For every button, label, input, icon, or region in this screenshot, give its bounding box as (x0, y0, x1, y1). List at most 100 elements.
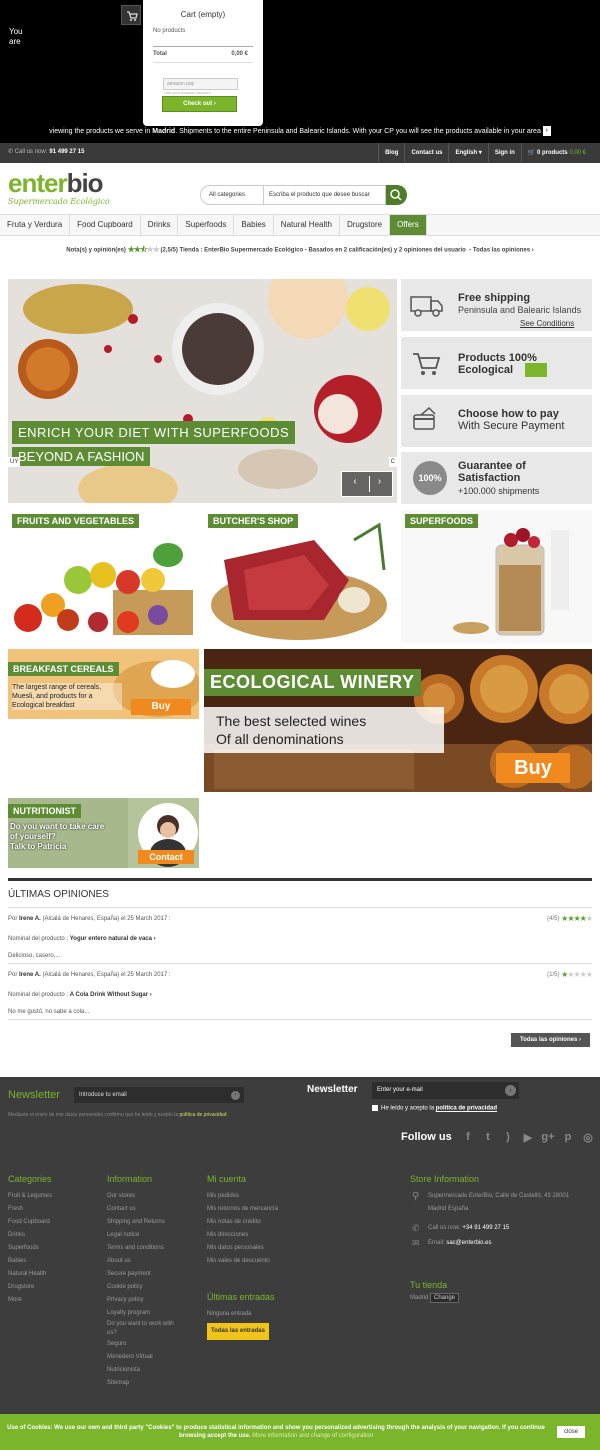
rss-icon[interactable]: ) (498, 1131, 518, 1145)
footer-link[interactable]: Shipping and Returns (107, 1216, 197, 1229)
nav-contact[interactable]: Contact us (404, 143, 448, 163)
privacy-checkbox[interactable]: He leído y acepto la política de privaci… (372, 1105, 497, 1112)
footer-link[interactable]: Mis datos personales (207, 1242, 327, 1255)
language-select[interactable]: English ▾ (448, 143, 487, 163)
google-plus-icon[interactable]: g+ (538, 1131, 558, 1145)
footer-link[interactable]: Loyalty program (107, 1307, 197, 1320)
menu-drinks[interactable]: Drinks (141, 215, 179, 235)
checkbox[interactable] (372, 1105, 378, 1111)
pinterest-icon[interactable]: p (558, 1131, 578, 1145)
winery-buy-button[interactable]: Buy (496, 753, 570, 783)
footer-link[interactable]: Terms and conditions (107, 1242, 197, 1255)
hero-slider[interactable]: ENRICH YOUR DIET WITH SUPERFOODS BEYOND … (8, 279, 397, 503)
privacy-policy-link[interactable]: política de privacidad (180, 1112, 227, 1118)
footer-link[interactable]: Fruit & Legumes (8, 1190, 52, 1203)
header-cart[interactable]: 🛒 0 products 0,00 € (520, 143, 592, 163)
footer-link[interactable]: Natural Health (8, 1268, 52, 1281)
footer-link[interactable]: Seguro (107, 1338, 197, 1351)
search-button[interactable] (386, 185, 407, 205)
category-fruits-vegetables[interactable]: FRUITS AND VEGETABLES (8, 510, 199, 643)
category-nutritionist[interactable]: NUTRITIONIST Do you want to take care of… (8, 798, 199, 868)
nutritionist-contact-button[interactable]: Contact (138, 850, 194, 864)
menu-superfoods[interactable]: Superfoods (178, 215, 235, 235)
review-product-link[interactable]: Yogur entero natural de vaca (70, 936, 152, 942)
cookie-more-info-link[interactable]: More information and change of configura… (252, 1433, 373, 1439)
arrow-right-icon[interactable]: › (231, 1091, 240, 1100)
search-input[interactable]: Escriba el producto que desee buscar (264, 185, 386, 205)
category-butcher[interactable]: BUTCHER'S SHOP (204, 510, 396, 643)
footer-categories: Categories Fruit & Legumes Fresh Food Cu… (8, 1174, 52, 1307)
footer-link[interactable]: About us (107, 1255, 197, 1268)
feature-free-shipping[interactable]: Free shipping Peninsula and Balearic Isl… (401, 279, 592, 331)
see-conditions-link[interactable]: See Conditions (520, 318, 574, 329)
store-email[interactable]: sac@enterbio.es (446, 1240, 491, 1246)
category-breakfast-cereals[interactable]: BREAKFAST CEREALS The largest range of c… (8, 649, 199, 719)
nav-blog[interactable]: Blog (378, 143, 404, 163)
change-store-button[interactable]: Change (430, 1293, 460, 1303)
cookie-close-button[interactable]: close (557, 1426, 585, 1438)
footer-link[interactable]: Food Cupboard (8, 1216, 52, 1229)
footer-link[interactable]: Sitemap (107, 1377, 197, 1390)
footer-link[interactable]: Legal notice (107, 1229, 197, 1242)
arrow-right-icon[interactable]: › (505, 1085, 516, 1096)
footer-store-info: Store Information ⚲ Supermercado EnterBi… (410, 1174, 595, 1305)
cart-title: Cart (empty) (180, 10, 226, 19)
footer-link[interactable]: Fresh (8, 1203, 52, 1216)
footer-link[interactable]: Drugstore (8, 1281, 52, 1294)
cart-button[interactable] (121, 5, 141, 25)
feature-title: Choose how to pay (458, 408, 559, 420)
category-label: BUTCHER'S SHOP (208, 514, 299, 528)
review-text: No me gustó, no sabe a cola... (8, 1009, 90, 1015)
twitter-icon[interactable]: t (478, 1131, 498, 1145)
footer-link[interactable]: us? (107, 1329, 197, 1338)
all-entries-button[interactable]: Todas las entradas (207, 1323, 269, 1340)
footer-link[interactable]: Nutricionista (107, 1364, 197, 1377)
footer-link[interactable]: Privacy policy (107, 1294, 197, 1307)
store-phone[interactable]: +34 91 499 27 15 (462, 1225, 509, 1231)
logo[interactable]: enterbio Supermercado Ecológico (8, 170, 110, 206)
hero-prev-button[interactable]: ‹ (345, 476, 365, 492)
footer-link[interactable]: Babies (8, 1255, 52, 1268)
footer-link[interactable]: Secure payment (107, 1268, 197, 1281)
footer-link[interactable]: More (8, 1294, 52, 1307)
footer-link[interactable]: Superfoods (8, 1242, 52, 1255)
all-reviews-link[interactable]: Todas las opiniones (473, 248, 530, 254)
menu-drugstore[interactable]: Drugstore (340, 215, 391, 235)
footer-link[interactable]: Mis notas de crédito (207, 1216, 327, 1229)
newsletter-email-input-2[interactable]: Enter your e-mail › (372, 1082, 519, 1099)
footer-link[interactable]: Do you want to work with (107, 1320, 197, 1329)
instagram-icon[interactable]: ◎ (578, 1131, 598, 1145)
footer-link[interactable]: Mis vales de descuento (207, 1255, 327, 1268)
footer-link[interactable]: Contact us (107, 1203, 197, 1216)
footer-link[interactable]: Drinks (8, 1229, 52, 1242)
footer-account-title: Mi cuenta (207, 1174, 247, 1184)
footer-link[interactable]: Our stores (107, 1190, 197, 1203)
footer-link[interactable]: Monedero Virtual (107, 1351, 197, 1364)
menu-offers[interactable]: Offers (390, 215, 427, 235)
footer-link[interactable]: Mis direcciones (207, 1229, 327, 1242)
checkout-button[interactable]: Check out › (162, 96, 237, 112)
footer-link[interactable]: Mis pedidos (207, 1190, 327, 1203)
footer-link[interactable]: Mis retornos de mercancía (207, 1203, 327, 1216)
category-ecological-winery[interactable]: ECOLOGICAL WINERY The best selected wine… (204, 649, 592, 792)
review-product-link[interactable]: A Cola Drink Without Sugar (70, 992, 148, 998)
menu-natural-health[interactable]: Natural Health (274, 215, 340, 235)
menu-fruta-verdura[interactable]: Fruta y Verdura (0, 215, 71, 235)
cart-total-label: Total (153, 51, 167, 57)
facebook-icon[interactable]: f (458, 1131, 478, 1145)
hero-next-button[interactable]: › (369, 476, 389, 492)
menu-babies[interactable]: Babies (234, 215, 274, 235)
search-category-select[interactable]: All categories (200, 185, 264, 205)
breakfast-buy-button[interactable]: Buy (131, 699, 191, 715)
youtube-icon[interactable]: ▶ (518, 1131, 538, 1145)
nav-sign-in[interactable]: Sign in (487, 143, 521, 163)
chevron-right-icon[interactable]: › (542, 126, 551, 137)
privacy-policy-link[interactable]: política de privacidad (436, 1106, 497, 1112)
all-reviews-button[interactable]: Todas las opiniones › (511, 1033, 590, 1047)
newsletter-email-input[interactable]: Introduce tu email › (74, 1087, 244, 1103)
feature-sub: +100.000 shipments (458, 486, 540, 496)
footer-link[interactable]: Cookie policy (107, 1281, 197, 1294)
menu-food-cupboard[interactable]: Food Cupboard (70, 215, 141, 235)
category-superfoods[interactable]: SUPERFOODS (401, 510, 592, 643)
amazon-pay-button[interactable]: amazon pay Use your Amazon account (163, 78, 238, 95)
